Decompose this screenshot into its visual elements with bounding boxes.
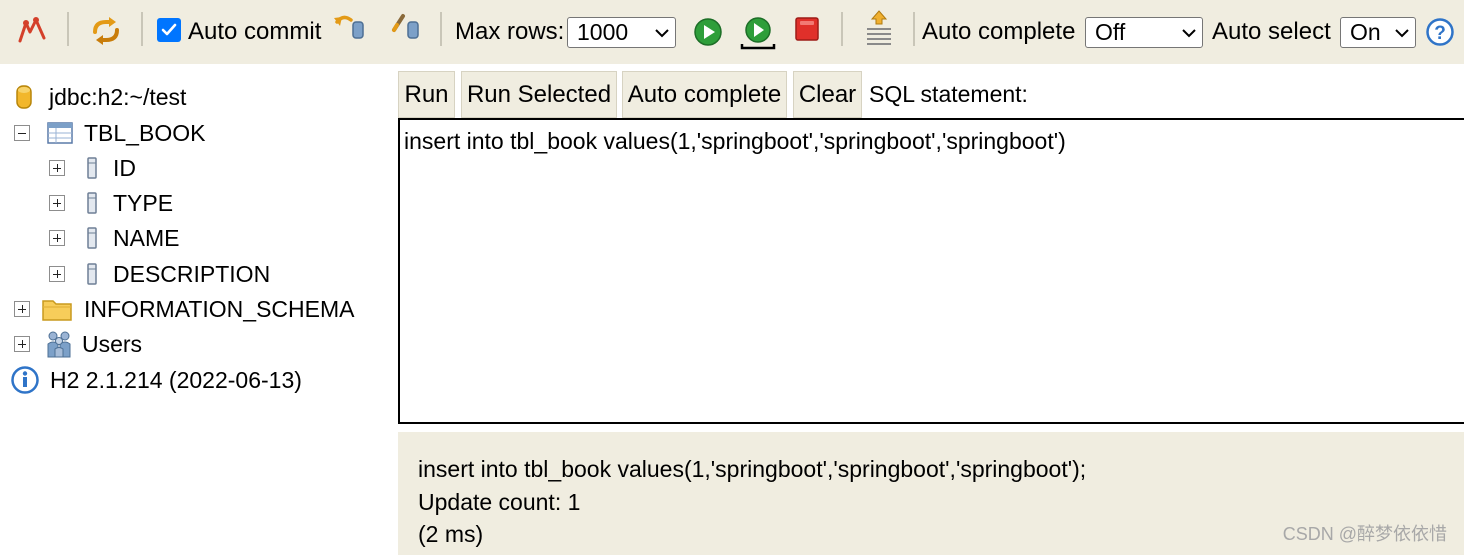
run-selected-button-label: Run Selected <box>466 80 612 108</box>
rollback-icon[interactable] <box>333 12 367 42</box>
commit-icon[interactable] <box>391 12 425 42</box>
users-label: Users <box>82 330 143 357</box>
expand-icon[interactable] <box>49 195 65 211</box>
sql-editor-text: insert into tbl_book values(1,'springboo… <box>404 128 1066 154</box>
schema-name: INFORMATION_SCHEMA <box>84 295 355 322</box>
auto-commit-checkbox[interactable] <box>157 18 181 42</box>
clear-button[interactable]: Clear <box>793 71 862 118</box>
history-icon[interactable] <box>864 9 894 49</box>
refresh-icon[interactable] <box>89 14 123 48</box>
database-icon <box>14 83 36 111</box>
auto-commit-label: Auto commit <box>188 16 321 48</box>
column-icon <box>87 263 97 285</box>
watermark: CSDN @醉梦依依惜 <box>1282 524 1447 544</box>
column-icon <box>87 157 97 179</box>
version-text: H2 2.1.214 (2022-06-13) <box>50 366 302 393</box>
clear-button-label: Clear <box>798 80 857 108</box>
folder-icon <box>42 297 72 321</box>
column-icon <box>87 192 97 214</box>
column-name: ID <box>113 154 136 181</box>
result-update-count: Update count: 1 <box>418 488 581 515</box>
stop-icon[interactable] <box>795 17 819 41</box>
expand-icon[interactable] <box>49 160 65 176</box>
max-rows-select[interactable]: 1000 <box>567 17 676 48</box>
auto-complete-button[interactable]: Auto complete <box>622 71 787 118</box>
auto-select-value: On <box>1350 19 1381 45</box>
run-selected-button[interactable]: Run Selected <box>461 71 617 118</box>
auto-select-text: Auto select <box>1212 18 1331 45</box>
chevron-down-icon <box>1389 18 1415 47</box>
run-selected-icon[interactable] <box>739 16 777 50</box>
auto-complete-value: Off <box>1095 19 1126 45</box>
auto-complete-select[interactable]: Off <box>1085 17 1203 48</box>
auto-complete-button-label: Auto complete <box>627 80 782 108</box>
column-name: NAME <box>113 224 180 251</box>
auto-select-label: Auto select <box>1212 16 1331 48</box>
tree-column[interactable]: DESCRIPTION <box>49 258 270 290</box>
tree-users[interactable]: Users <box>14 328 142 360</box>
chevron-down-icon <box>1176 18 1202 47</box>
column-name: DESCRIPTION <box>113 260 271 287</box>
users-icon <box>46 330 72 358</box>
column-icon <box>87 227 97 249</box>
sql-editor[interactable]: insert into tbl_book values(1,'springboo… <box>398 118 1464 424</box>
tree-schema[interactable]: INFORMATION_SCHEMA <box>14 293 354 325</box>
run-button-label: Run <box>404 80 449 108</box>
sql-statement-label: SQL statement: <box>869 81 1028 107</box>
help-glyph: ? <box>1434 23 1446 44</box>
checkbox-checked-icon[interactable] <box>157 18 181 42</box>
column-name: TYPE <box>113 189 174 216</box>
help-icon[interactable]: ? <box>1426 18 1454 46</box>
toolbar-separator <box>841 12 843 46</box>
tree-version: H2 2.1.214 (2022-06-13) <box>11 364 302 396</box>
tree-table[interactable]: TBL_BOOK <box>14 117 205 149</box>
auto-complete-text: Auto complete <box>922 18 1076 45</box>
tree-column[interactable]: TYPE <box>49 187 173 219</box>
info-icon <box>11 366 39 394</box>
expand-icon[interactable] <box>49 230 65 246</box>
tree-column[interactable]: NAME <box>49 222 179 254</box>
run-button[interactable]: Run <box>398 71 455 118</box>
toolbar-separator <box>440 12 442 46</box>
disconnect-icon[interactable] <box>16 14 48 46</box>
tree-connection[interactable]: jdbc:h2:~/test <box>14 81 186 113</box>
chevron-down-icon <box>649 18 675 47</box>
auto-commit-text: Auto commit <box>188 18 322 45</box>
max-rows-label: Max rows: <box>455 16 564 48</box>
toolbar-separator <box>913 12 915 46</box>
result-statement: insert into tbl_book values(1,'springboo… <box>418 456 1087 482</box>
table-icon <box>47 122 73 144</box>
collapse-icon[interactable] <box>14 125 30 141</box>
expand-icon[interactable] <box>49 266 65 282</box>
expand-icon[interactable] <box>14 301 30 317</box>
max-rows-value: 1000 <box>577 19 629 45</box>
toolbar-separator <box>67 12 69 46</box>
max-rows-text: Max rows: <box>455 18 565 45</box>
connection-url: jdbc:h2:~/test <box>49 83 187 110</box>
toolbar: Auto commit Max rows: 1000 Auto complete… <box>0 0 1464 64</box>
tree-column[interactable]: ID <box>49 152 136 184</box>
toolbar-separator <box>141 12 143 46</box>
expand-icon[interactable] <box>14 336 30 352</box>
auto-complete-label: Auto complete <box>922 16 1075 48</box>
auto-select-select[interactable]: On <box>1340 17 1416 48</box>
table-name: TBL_BOOK <box>84 119 206 146</box>
run-icon[interactable] <box>693 17 723 47</box>
